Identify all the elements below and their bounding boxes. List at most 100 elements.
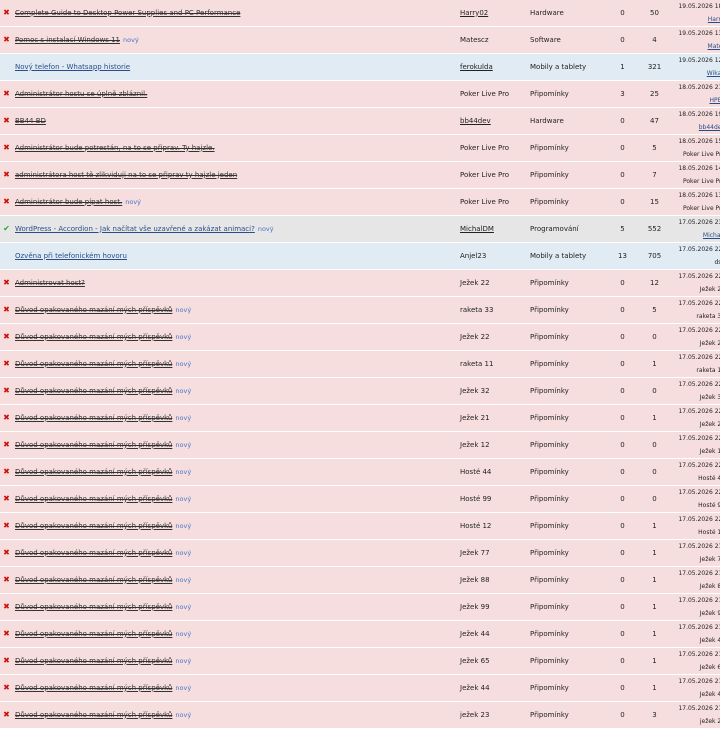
title-cell: administrátora host tě zlikviduji na to …	[13, 161, 458, 189]
category-cell: Hardware	[528, 107, 610, 135]
topic-title-link[interactable]: Pomoc s instalací Windows 11	[15, 36, 120, 44]
delete-x-icon: ✖	[3, 602, 10, 611]
last-post-date: 18.05.2026 14:36	[678, 165, 720, 172]
new-badge: nový	[257, 224, 274, 233]
topic-title-link[interactable]: Důvod opakovaného mazání mých příspěvků	[15, 522, 172, 530]
topic-title-link[interactable]: Administrovat host?	[15, 279, 85, 287]
last-post-user[interactable]: bb44dev >	[676, 121, 720, 134]
views-cell: 15	[635, 188, 674, 216]
last-post-user: Ježek 22 >	[699, 286, 720, 293]
topic-title-link[interactable]: BB44 BD	[15, 117, 46, 125]
last-post-date: 17.05.2026 21:50	[678, 651, 720, 658]
title-cell: Důvod opakovaného mazání mých příspěvků n…	[13, 647, 458, 675]
author-cell: Hosté 44	[458, 458, 528, 486]
topic-title-link[interactable]: Důvod opakovaného mazání mých příspěvků	[15, 441, 172, 449]
last-post-date: 17.05.2026 22:03	[678, 516, 720, 523]
topic-title-link[interactable]: Důvod opakovaného mazání mých příspěvků	[15, 603, 172, 611]
last-post-date: 17.05.2026 21:50	[678, 624, 720, 631]
replies-cell: 0	[610, 431, 635, 459]
topic-title-link[interactable]: Důvod opakovaného mazání mých příspěvků	[15, 306, 172, 314]
last-post-user: Poker Live Pro >	[682, 205, 720, 212]
delete-x-icon: ✖	[3, 521, 10, 530]
delete-x-icon: ✖	[3, 575, 10, 584]
author-name[interactable]: ferokulda	[460, 63, 493, 71]
views-cell: 50	[635, 0, 674, 27]
category-cell: Připomínky	[528, 431, 610, 459]
last-post-user[interactable]: Wikan >	[676, 67, 720, 80]
topic-title-link[interactable]: Ozvěna při telefonickém hovoru	[15, 252, 127, 260]
last-post-user: Hosté 12 >	[698, 529, 720, 536]
topic-title-link[interactable]: Důvod opakovaného mazání mých příspěvků	[15, 360, 172, 368]
topic-row: ✖ Administrátor bude pípat host. nový Pok…	[0, 188, 720, 216]
last-post-user: Hosté 44 >	[698, 475, 720, 482]
delete-x-icon: ✖	[3, 305, 10, 314]
views-count: 1	[652, 602, 657, 611]
replies-cell: 0	[610, 647, 635, 675]
author-name: Hosté 99	[460, 494, 492, 503]
delete-x-icon: ✖	[3, 683, 10, 692]
topic-title-link[interactable]: Nový telefon - Whatsapp historie	[15, 63, 130, 71]
topic-title-link[interactable]: Důvod opakovaného mazání mých příspěvků	[15, 333, 172, 341]
last-post-user[interactable]: Matescz	[676, 40, 720, 53]
last-post-user[interactable]: HPET >	[676, 94, 720, 107]
replies-cell: 0	[610, 134, 635, 162]
topic-row: ✔ WordPress - Accordion - Jak načítat vš…	[0, 215, 720, 243]
topic-title-link[interactable]: Complete Guide to Desktop Power Supplies…	[15, 9, 240, 17]
topic-title-link[interactable]: Důvod opakovaného mazání mých příspěvků	[15, 549, 172, 557]
new-badge: nový	[175, 467, 192, 476]
topic-title-link[interactable]: WordPress - Accordion - Jak načítat vše …	[15, 225, 255, 233]
replies-cell: 1	[610, 53, 635, 81]
topic-title-link[interactable]: Administrátor bude pípat host.	[15, 198, 122, 206]
views-count: 0	[652, 440, 657, 449]
topic-title-link[interactable]: administrátora host tě zlikviduji na to …	[15, 171, 237, 179]
topic-row: ✖ Důvod opakovaného mazání mých příspěvk…	[0, 620, 720, 648]
topic-title-link[interactable]: Důvod opakovaného mazání mých příspěvků	[15, 468, 172, 476]
topic-row: ✖ Administrátor hostu se úplně zbláznil.…	[0, 80, 720, 108]
category-cell: Připomínky	[528, 485, 610, 513]
status-cell: ✖	[0, 323, 13, 351]
author-cell: Harry02	[458, 0, 528, 27]
author-cell: Ježek 21	[458, 404, 528, 432]
topic-title-link[interactable]: Důvod opakovaného mazání mých příspěvků	[15, 684, 172, 692]
category-cell: Připomínky	[528, 566, 610, 594]
category-name: Připomínky	[530, 305, 569, 314]
topic-title-link[interactable]: Důvod opakovaného mazání mých příspěvků	[15, 495, 172, 503]
last-post-cell: 17.05.2026 23:04 MichalDM	[674, 215, 720, 243]
author-cell: Ježek 99	[458, 593, 528, 621]
category-cell: Připomínky	[528, 539, 610, 567]
topic-title-link[interactable]: Důvod opakovaného mazání mých příspěvků	[15, 630, 172, 638]
topic-row: ✖ Důvod opakovaného mazání mých příspěvk…	[0, 485, 720, 513]
replies-count: 0	[620, 143, 625, 152]
last-post-cell: 17.05.2026 22:40 dse >	[674, 242, 720, 270]
category-name: Připomínky	[530, 494, 569, 503]
delete-x-icon: ✖	[3, 116, 10, 125]
author-name[interactable]: Harry02	[460, 9, 488, 17]
last-post-user[interactable]: Harry02	[676, 13, 720, 26]
last-post-user[interactable]: MichalDM	[676, 229, 720, 242]
topic-title-link[interactable]: Administrátor hostu se úplně zbláznil.	[15, 90, 147, 98]
replies-count: 0	[620, 710, 625, 719]
views-cell: 1	[635, 566, 674, 594]
topic-title-link[interactable]: Důvod opakovaného mazání mých příspěvků	[15, 387, 172, 395]
author-cell: ježek 23	[458, 701, 528, 729]
last-post-cell: 18.05.2026 14:36 Poker Live Pro >	[674, 161, 720, 189]
topic-title-link[interactable]: Důvod opakovaného mazání mých příspěvků	[15, 711, 172, 719]
category-cell: Připomínky	[528, 404, 610, 432]
topic-title-link[interactable]: Důvod opakovaného mazání mých příspěvků	[15, 576, 172, 584]
author-name: Poker Live Pro	[460, 197, 510, 206]
last-post-date: 18.05.2026 19:29	[678, 111, 720, 118]
author-name[interactable]: bb44dev	[460, 117, 491, 125]
views-cell: 4	[635, 26, 674, 54]
topic-title-link[interactable]: Důvod opakovaného mazání mých příspěvků	[15, 414, 172, 422]
views-count: 552	[647, 224, 662, 233]
views-count: 1	[652, 656, 657, 665]
author-name[interactable]: MichalDM	[460, 225, 494, 233]
topic-title-link[interactable]: Důvod opakovaného mazání mých příspěvků	[15, 657, 172, 665]
last-post-date: 17.05.2026 22:03	[678, 435, 720, 442]
last-post-date: 17.05.2026 21:50	[678, 678, 720, 685]
topic-title-link[interactable]: Administrátor bude potrestán, na to se p…	[15, 144, 215, 152]
replies-count: 0	[620, 656, 625, 665]
topic-row: ✖ administrátora host tě zlikviduji na t…	[0, 161, 720, 189]
last-post-cell: 17.05.2026 22:03 Ježek 32 >	[674, 377, 720, 405]
replies-count: 0	[620, 467, 625, 476]
